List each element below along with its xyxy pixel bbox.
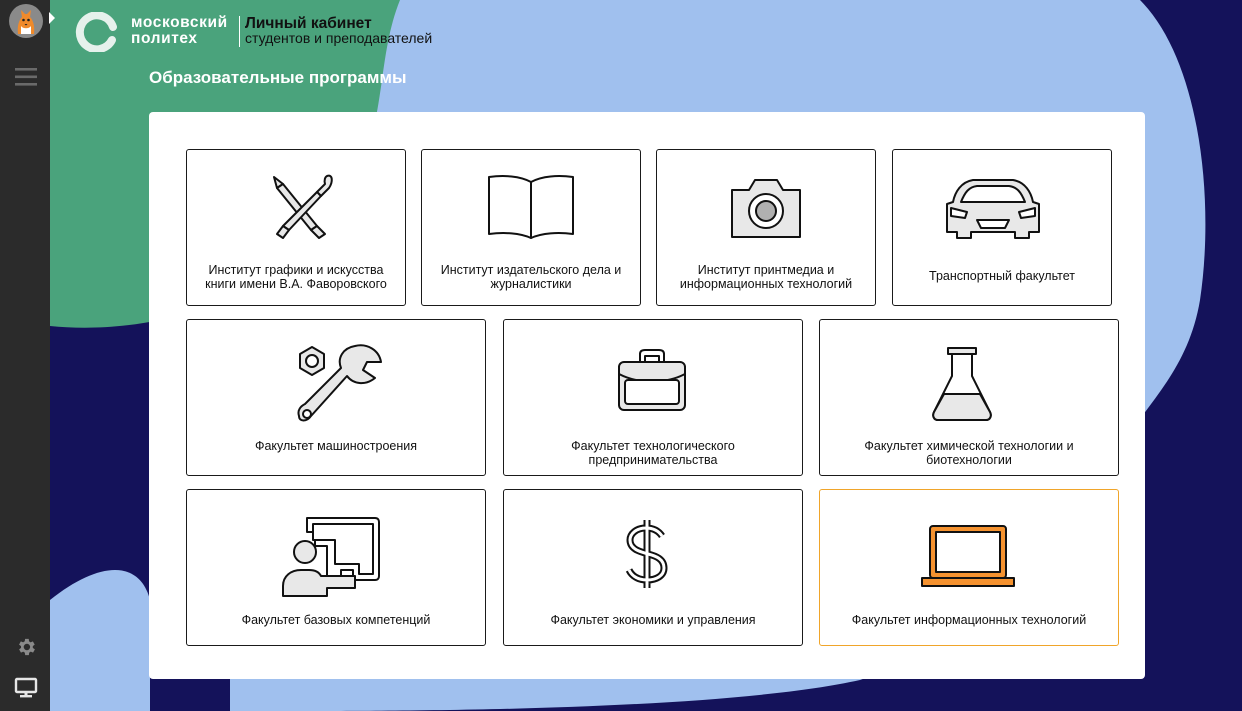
camera-icon	[731, 179, 801, 238]
dollar-icon	[625, 520, 668, 588]
program-card-publishing-institute[interactable]: Институт издательского дела и журналисти…	[421, 149, 641, 306]
program-label: Факультет информационных технологий	[851, 613, 1087, 627]
program-label: Институт издательского дела и журналисти…	[440, 263, 622, 291]
program-label: Факультет технологического предпринимате…	[571, 439, 735, 467]
brand-line-2: политех	[131, 30, 198, 47]
program-card-entrepreneurship-faculty[interactable]: Факультет технологического предпринимате…	[503, 319, 803, 476]
cabinet-subtitle: студентов и преподавателей	[245, 30, 433, 46]
program-card-it-faculty[interactable]: Факультет информационных технологий	[819, 489, 1119, 646]
program-label: Институт графики и искусства книги имени…	[205, 263, 387, 291]
program-card-chemical-faculty[interactable]: Факультет химической технологии и биотех…	[819, 319, 1119, 476]
program-card-economics-faculty[interactable]: Факультет экономики и управления	[503, 489, 803, 646]
program-card-transport-faculty[interactable]: Транспортный факультет	[892, 149, 1112, 306]
brand-name: московский политех	[131, 15, 228, 47]
programs-panel: Институт графики и искусства книги имени…	[149, 112, 1145, 679]
hamburger-menu-icon[interactable]	[15, 66, 37, 88]
program-label: Факультет химической технологии и биотех…	[864, 439, 1074, 467]
program-label: Факультет машиностроения	[254, 439, 418, 453]
cat-avatar-icon	[17, 10, 35, 34]
teacher-board-icon	[282, 517, 380, 597]
program-card-mechanical-faculty[interactable]: Факультет машиностроения	[186, 319, 486, 476]
car-icon	[946, 179, 1040, 239]
program-label: Транспортный факультет	[929, 269, 1075, 283]
briefcase-icon	[618, 349, 686, 411]
laptop-icon	[921, 525, 1015, 587]
sidebar	[0, 0, 55, 711]
user-avatar[interactable]	[9, 4, 43, 38]
program-card-basic-competencies-faculty[interactable]: Факультет базовых компетенций	[186, 489, 486, 646]
brand-divider	[239, 16, 240, 47]
gear-icon[interactable]	[15, 636, 37, 658]
flask-icon	[932, 347, 992, 421]
open-book-icon	[488, 175, 574, 239]
page-title: Образовательные программы	[149, 68, 407, 87]
sidebar-expand-arrow[interactable]	[49, 12, 55, 24]
program-label: Факультет экономики и управления	[550, 613, 756, 627]
monitor-icon[interactable]	[14, 677, 38, 699]
wrench-nut-icon	[297, 344, 382, 422]
program-card-printmedia-institute[interactable]: Институт принтмедиа и информационных тех…	[656, 149, 876, 306]
brand-line-1: московский	[131, 14, 228, 31]
pencil-brush-icon	[273, 174, 333, 239]
program-label: Факультет базовых компетенций	[241, 613, 431, 627]
program-label: Институт принтмедиа и информационных тех…	[679, 263, 853, 291]
program-card-graphics-institute[interactable]: Институт графики и искусства книги имени…	[186, 149, 406, 306]
mospolytech-logo	[75, 12, 117, 52]
